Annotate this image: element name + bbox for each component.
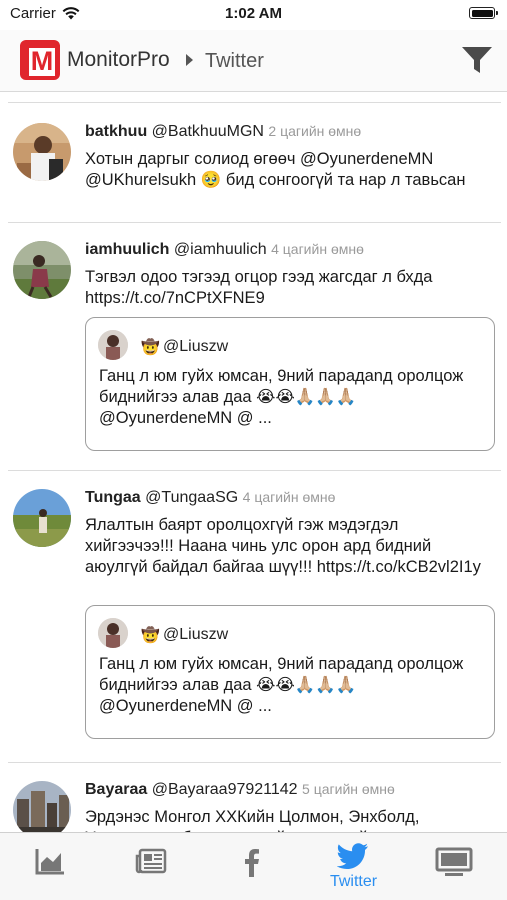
tweet-text: Ялалтын баярт оролцохгүй гэж мэдэгдэл хи… (85, 516, 481, 576)
nav-bar: MonitorPro Twitter (0, 30, 507, 92)
tab-bar: Twitter (0, 832, 507, 900)
tweet-timestamp: 5 цагийн өмнө (302, 781, 395, 797)
tweet-feed[interactable]: batkhuu @BatkhuuMGN 2 цагийн өмнө Хотын … (0, 92, 507, 832)
breadcrumb-arrow-icon (186, 54, 193, 66)
tab-facebook[interactable] (202, 833, 303, 900)
quoted-handle[interactable]: @Liuszw (163, 626, 228, 644)
facebook-icon (245, 849, 259, 877)
status-time: 1:02 AM (225, 5, 282, 22)
quoted-tweet[interactable]: 🤠 @Liuszw Ганц л юм гуйх юмсан, 9ний пар… (85, 605, 495, 739)
quoted-avatar[interactable] (98, 618, 128, 648)
tweet-author-handle[interactable]: @BatkhuuMGN (152, 123, 264, 140)
tweet-timestamp: 2 цагийн өмнө (268, 123, 362, 139)
tweet-timestamp: 4 цагийн өмнө (242, 489, 336, 505)
tweet-author-name[interactable]: iamhuulich (85, 241, 169, 258)
tweet-header: Bayaraa @Bayaraa97921142 5 цагийн өмнө (85, 781, 395, 799)
tv-icon (435, 847, 473, 876)
tweet-item[interactable]: Tungaa @TungaaSG 4 цагийн өмнө Ялалтын б… (8, 470, 501, 762)
tweet-item[interactable]: Bayaraa @Bayaraa97921142 5 цагийн өмнө Э… (8, 762, 501, 832)
tweet-text: Эрдэнэс Монгол ХХКийн Цолмон, Энхболд, У… (85, 808, 420, 832)
monitorpro-logo[interactable] (20, 40, 60, 80)
tab-tv[interactable] (404, 833, 505, 900)
tweet-header: iamhuulich @iamhuulich 4 цагийн өмнө (85, 241, 364, 259)
status-bar: Carrier 1:02 AM (0, 0, 507, 30)
tab-news[interactable] (101, 833, 202, 900)
tweet-author-handle[interactable]: @iamhuulich (174, 241, 267, 258)
quoted-text: Ганц л юм гуйх юмсан, 9ний парадanд орол… (99, 655, 464, 715)
avatar[interactable] (13, 781, 71, 832)
chart-icon (35, 849, 64, 875)
avatar[interactable] (13, 489, 71, 547)
app-name[interactable]: MonitorPro (67, 48, 170, 72)
quoted-handle[interactable]: @Liuszw (163, 338, 228, 356)
tweet-item[interactable]: iamhuulich @iamhuulich 4 цагийн өмнө Тэг… (8, 222, 501, 470)
quoted-tweet[interactable]: 🤠 @Liuszw Ганц л юм гуйх юмсан, 9ний пар… (85, 317, 495, 451)
tweet-author-handle[interactable]: @TungaaSG (145, 489, 238, 506)
tweet-text: Хотын даргыг солиод өгөөч @OyunerdeneMN … (85, 150, 466, 189)
tab-twitter[interactable]: Twitter (303, 833, 404, 900)
tweet-author-name[interactable]: Bayaraa (85, 781, 147, 798)
tweet-author-name[interactable]: Tungaa (85, 489, 141, 506)
quoted-avatar[interactable] (98, 330, 128, 360)
filter-icon[interactable] (461, 44, 493, 76)
avatar[interactable] (13, 241, 71, 299)
tweet-header: batkhuu @BatkhuuMGN 2 цагийн өмнө (85, 123, 361, 141)
cowboy-emoji-icon: 🤠 (141, 627, 160, 644)
tweet-timestamp: 4 цагийн өмнө (271, 241, 364, 257)
avatar[interactable] (13, 123, 71, 181)
tweet-author-name[interactable]: batkhuu (85, 123, 147, 140)
battery-icon (469, 7, 498, 19)
news-icon (135, 848, 167, 874)
tweet-header: Tungaa @TungaaSG 4 цагийн өмнө (85, 489, 335, 507)
breadcrumb-current: Twitter (205, 50, 264, 72)
cowboy-emoji-icon: 🤠 (141, 339, 160, 356)
tweet-item[interactable]: batkhuu @BatkhuuMGN 2 цагийн өмнө Хотын … (8, 102, 501, 222)
tweet-text: Тэгвэл одоо тэгээд огцор гээд жагсдаг л … (85, 268, 433, 307)
tab-analytics[interactable] (0, 833, 101, 900)
twitter-icon (337, 843, 368, 869)
quoted-text: Ганц л юм гуйх юмсан, 9ний парадanд орол… (99, 367, 464, 427)
tweet-author-handle[interactable]: @Bayaraa97921142 (152, 781, 298, 798)
tab-twitter-label: Twitter (329, 873, 378, 890)
